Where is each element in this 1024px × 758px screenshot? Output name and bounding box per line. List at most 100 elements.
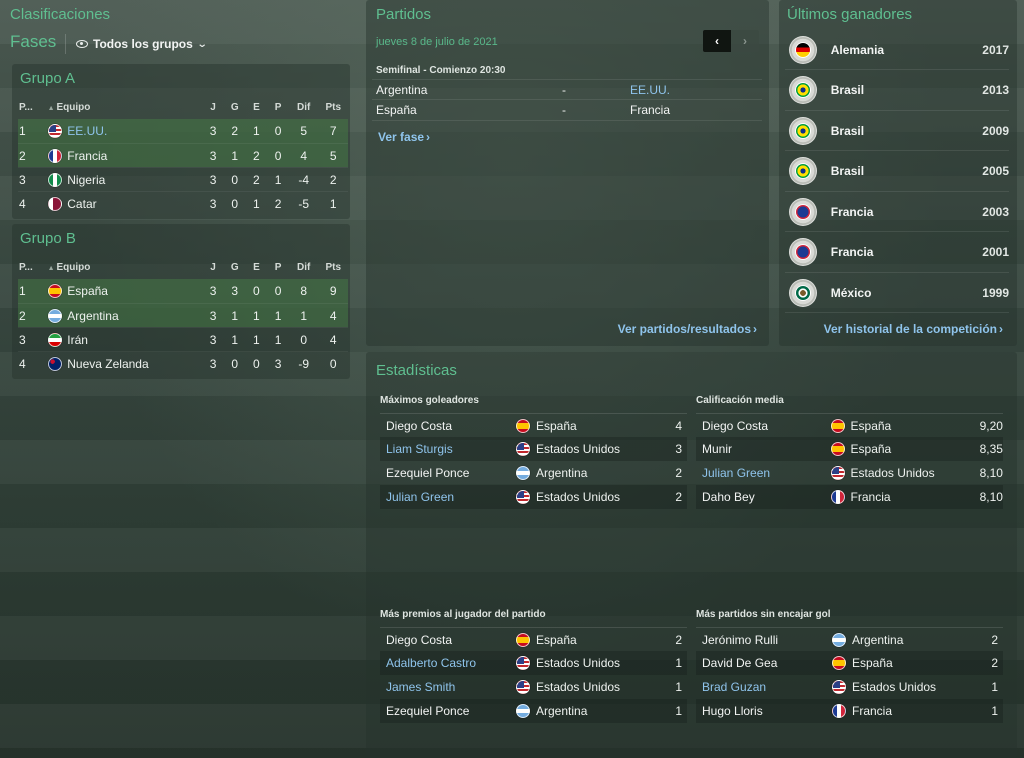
stat-row[interactable]: Adalberto Castro Estados Unidos 1 — [380, 651, 687, 675]
player-name[interactable]: Munir — [696, 442, 831, 456]
table-row[interactable]: 4 Nueva Zelanda 3 0 0 3 -9 0 — [18, 351, 348, 375]
winner-row[interactable]: Brasil 2005 — [785, 152, 1009, 192]
winner-row[interactable]: Brasil 2009 — [785, 111, 1009, 151]
team-name[interactable]: Nigeria — [67, 173, 202, 187]
winner-row[interactable]: México 1999 — [785, 273, 1009, 313]
player-team[interactable]: Estados Unidos — [536, 442, 662, 456]
player-name[interactable]: Liam Sturgis — [380, 442, 516, 456]
player-name[interactable]: Ezequiel Ponce — [380, 466, 516, 480]
col-e-header[interactable]: E — [246, 262, 268, 273]
col-pos-header[interactable]: P... — [18, 262, 48, 273]
match-row[interactable]: España - Francia — [372, 100, 762, 121]
player-name[interactable]: James Smith — [380, 680, 516, 694]
player-team[interactable]: Estados Unidos — [536, 680, 662, 694]
col-p-header[interactable]: P — [267, 262, 289, 273]
col-team-header[interactable]: ▲ Equipo — [48, 262, 203, 273]
player-team[interactable]: Estados Unidos — [851, 466, 976, 480]
team-name[interactable]: Irán — [67, 333, 202, 347]
table-row[interactable]: 1 EE.UU. 3 2 1 0 5 7 — [18, 119, 348, 143]
col-pos-header[interactable]: P... — [18, 102, 48, 113]
col-g-header[interactable]: G — [224, 262, 246, 273]
table-row[interactable]: 3 Nigeria 3 0 2 1 -4 2 — [18, 167, 348, 191]
table-row[interactable]: 2 Argentina 3 1 1 1 1 4 — [18, 303, 348, 327]
table-row[interactable]: 4 Catar 3 0 1 2 -5 1 — [18, 191, 348, 215]
col-e-header[interactable]: E — [246, 102, 268, 113]
player-team[interactable]: Estados Unidos — [536, 656, 662, 670]
team-name[interactable]: EE.UU. — [67, 124, 202, 138]
stat-row[interactable]: Ezequiel Ponce Argentina 1 — [380, 699, 687, 723]
home-team[interactable]: Argentina — [372, 83, 562, 97]
player-team[interactable]: Estados Unidos — [536, 490, 662, 504]
winner-row[interactable]: Francia 2003 — [785, 192, 1009, 232]
winner-team[interactable]: Brasil — [831, 164, 950, 178]
stat-row[interactable]: Brad Guzan Estados Unidos 1 — [696, 675, 1003, 699]
player-name[interactable]: Daho Bey — [696, 490, 831, 504]
stat-row[interactable]: James Smith Estados Unidos 1 — [380, 675, 687, 699]
winner-row[interactable]: Francia 2001 — [785, 233, 1009, 273]
team-name[interactable]: España — [67, 284, 202, 298]
player-name[interactable]: Diego Costa — [380, 419, 516, 433]
winner-team[interactable]: Brasil — [831, 124, 950, 138]
player-name[interactable]: Ezequiel Ponce — [380, 704, 516, 718]
col-g-header[interactable]: G — [224, 102, 246, 113]
stat-row[interactable]: Hugo Lloris Francia 1 — [696, 699, 1003, 723]
match-row[interactable]: Argentina - EE.UU. — [372, 79, 762, 100]
player-team[interactable]: Argentina — [536, 704, 662, 718]
ver-partidos-link[interactable]: Ver partidos/resultados › — [618, 322, 757, 336]
col-pts-header[interactable]: Pts — [318, 102, 348, 113]
stat-row[interactable]: Munir España 8,35 — [696, 437, 1003, 461]
stat-row[interactable]: Julian Green Estados Unidos 2 — [380, 485, 687, 509]
stat-row[interactable]: Julian Green Estados Unidos 8,10 — [696, 461, 1003, 485]
player-name[interactable]: Brad Guzan — [696, 680, 832, 694]
player-team[interactable]: Argentina — [536, 466, 662, 480]
col-j-header[interactable]: J — [202, 102, 224, 113]
player-team[interactable]: Argentina — [852, 633, 978, 647]
prev-date-button[interactable]: ‹ — [703, 30, 731, 52]
col-dif-header[interactable]: Dif — [289, 262, 319, 273]
player-team[interactable]: España — [851, 442, 976, 456]
next-date-button[interactable]: › — [731, 30, 759, 52]
team-name[interactable]: Nueva Zelanda — [67, 357, 202, 371]
player-team[interactable]: España — [852, 656, 978, 670]
table-row[interactable]: 2 Francia 3 1 2 0 4 5 — [18, 143, 348, 167]
player-name[interactable]: Julian Green — [696, 466, 831, 480]
winner-team[interactable]: México — [831, 286, 950, 300]
stat-row[interactable]: Diego Costa España 4 — [380, 413, 687, 437]
col-p-header[interactable]: P — [267, 102, 289, 113]
col-pts-header[interactable]: Pts — [318, 262, 348, 273]
ver-fase-link[interactable]: Ver fase › — [378, 130, 430, 144]
col-dif-header[interactable]: Dif — [289, 102, 319, 113]
player-team[interactable]: Francia — [851, 490, 976, 504]
winner-team[interactable]: Brasil — [831, 83, 950, 97]
ver-historial-link[interactable]: Ver historial de la competición › — [824, 322, 1003, 336]
stat-row[interactable]: Jerónimo Rulli Argentina 2 — [696, 627, 1003, 651]
table-row[interactable]: 1 España 3 3 0 0 8 9 — [18, 279, 348, 303]
stat-row[interactable]: David De Gea España 2 — [696, 651, 1003, 675]
winner-team[interactable]: Francia — [831, 205, 950, 219]
player-name[interactable]: Jerónimo Rulli — [696, 633, 832, 647]
winner-row[interactable]: Alemania 2017 — [785, 30, 1009, 70]
home-team[interactable]: España — [372, 103, 562, 117]
player-name[interactable]: Julian Green — [380, 490, 516, 504]
team-name[interactable]: Francia — [67, 149, 202, 163]
winner-row[interactable]: Brasil 2013 — [785, 71, 1009, 111]
table-row[interactable]: 3 Irán 3 1 1 1 0 4 — [18, 327, 348, 351]
player-team[interactable]: España — [851, 419, 976, 433]
stat-row[interactable]: Liam Sturgis Estados Unidos 3 — [380, 437, 687, 461]
player-team[interactable]: España — [536, 633, 662, 647]
groups-filter-dropdown[interactable]: Todos los grupos ⌄ — [76, 37, 207, 51]
stat-row[interactable]: Ezequiel Ponce Argentina 2 — [380, 461, 687, 485]
stat-row[interactable]: Diego Costa España 2 — [380, 627, 687, 651]
away-team[interactable]: Francia — [630, 103, 760, 117]
player-name[interactable]: Diego Costa — [696, 419, 831, 433]
stat-row[interactable]: Daho Bey Francia 8,10 — [696, 485, 1003, 509]
player-name[interactable]: Diego Costa — [380, 633, 516, 647]
winner-team[interactable]: Alemania — [831, 43, 950, 57]
stat-row[interactable]: Diego Costa España 9,20 — [696, 413, 1003, 437]
player-team[interactable]: Francia — [852, 704, 978, 718]
team-name[interactable]: Argentina — [67, 309, 202, 323]
col-team-header[interactable]: ▲ Equipo — [48, 102, 203, 113]
player-name[interactable]: Adalberto Castro — [380, 656, 516, 670]
col-j-header[interactable]: J — [202, 262, 224, 273]
player-name[interactable]: David De Gea — [696, 656, 832, 670]
